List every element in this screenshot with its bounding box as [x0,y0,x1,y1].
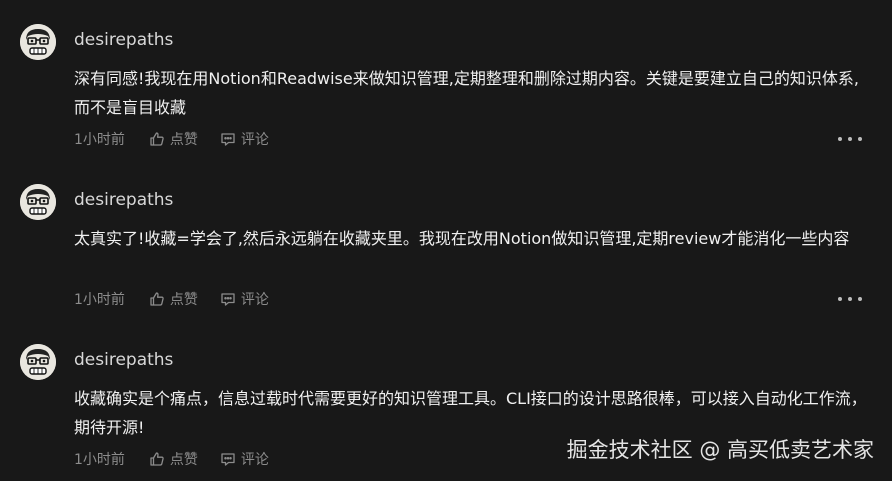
comment-text: 收藏确实是个痛点，信息过载时代需要更好的知识管理工具。CLI接口的设计思路很棒，… [74,389,867,437]
more-dots-icon[interactable] [838,128,862,150]
comment-button[interactable]: 评论 [220,449,269,469]
comment-actions: 1小时前 点赞 评论 [74,128,291,150]
like-button[interactable]: 点赞 [149,129,198,149]
avatar[interactable] [20,184,56,220]
comment-bubble-icon [221,133,235,146]
thumbs-up-icon [150,132,164,146]
comment-item: desirepaths 太真实了!收藏=学会了,然后永远躺在收藏夹里。我现在改用… [0,160,892,320]
like-button[interactable]: 点赞 [149,449,198,469]
comment-bubble-icon [221,293,235,306]
like-label: 点赞 [169,292,198,308]
comment-bubble-icon [221,453,235,466]
comment-time: 1小时前 [74,292,125,308]
thumbs-up-icon [150,292,164,306]
comment-button[interactable]: 评论 [220,129,269,149]
comment-actions: 1小时前 点赞 评论 [74,448,291,470]
username[interactable]: desirepaths [74,348,173,372]
comment-time: 1小时前 [74,132,125,148]
username[interactable]: desirepaths [74,28,173,52]
comment-label: 评论 [240,292,269,308]
watermark: 掘金技术社区 @ 高买低卖艺术家 [566,438,874,462]
comment-actions: 1小时前 点赞 评论 [74,288,291,310]
comment-button[interactable]: 评论 [220,289,269,309]
like-label: 点赞 [169,452,198,468]
comment-label: 评论 [240,132,269,148]
comment-text: 深有同感!我现在用Notion和Readwise来做知识管理,定期整理和删除过期… [74,69,859,117]
comment-label: 评论 [240,452,269,468]
avatar[interactable] [20,344,56,380]
comment-text: 太真实了!收藏=学会了,然后永远躺在收藏夹里。我现在改用Notion做知识管理,… [74,229,850,248]
like-label: 点赞 [169,132,198,148]
thumbs-up-icon [150,452,164,466]
like-button[interactable]: 点赞 [149,289,198,309]
comment-time: 1小时前 [74,452,125,468]
avatar[interactable] [20,24,56,60]
more-dots-icon[interactable] [838,288,862,310]
comment-item: desirepaths 深有同感!我现在用Notion和Readwise来做知识… [0,0,892,160]
username[interactable]: desirepaths [74,188,173,212]
